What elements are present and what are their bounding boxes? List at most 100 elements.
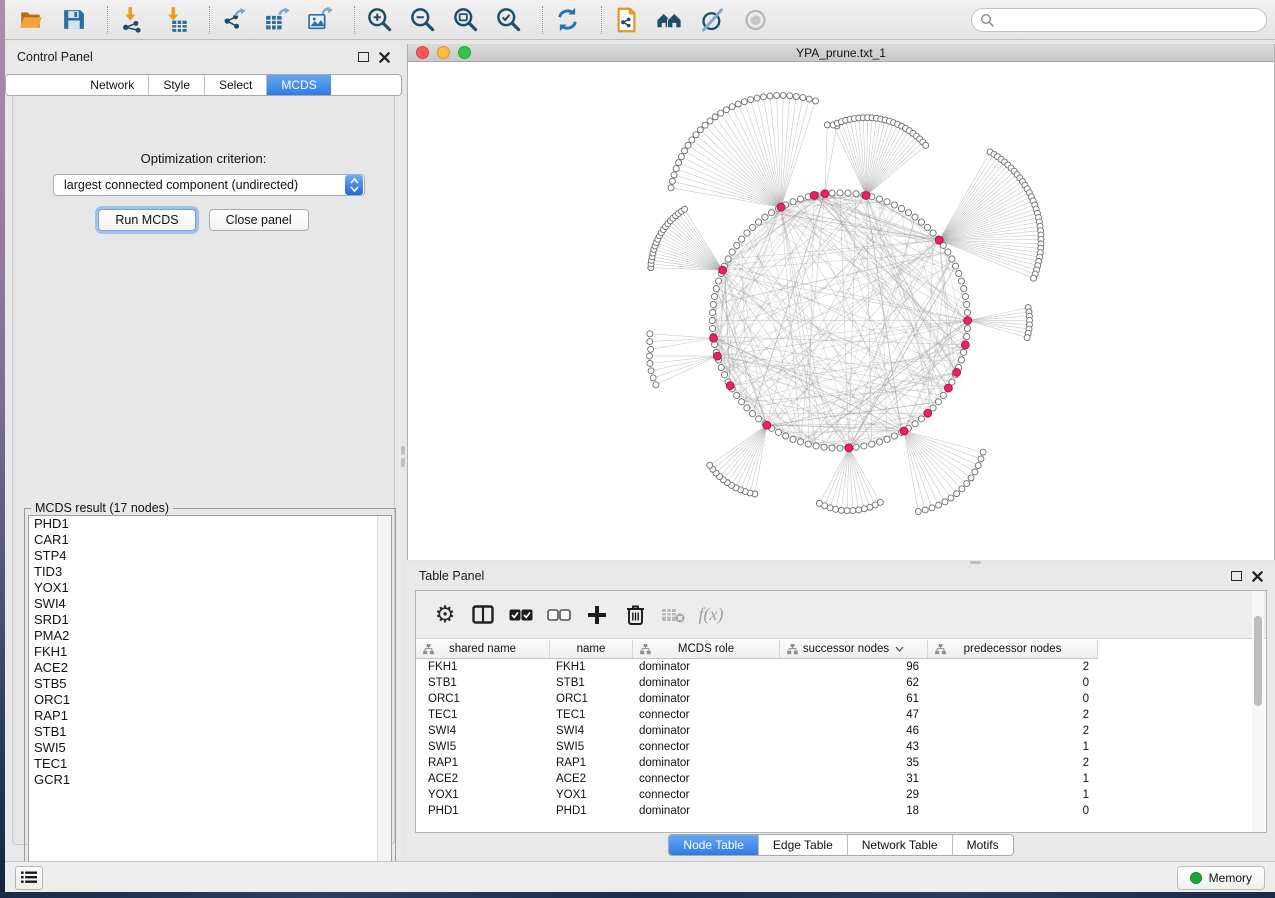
table-settings-icon[interactable]: ⚙ (430, 600, 460, 630)
mcds-node-item[interactable]: GCR1 (29, 772, 391, 788)
mcds-node-item[interactable]: STB5 (29, 676, 391, 692)
export-network-icon[interactable] (221, 6, 248, 33)
close-table-panel-icon[interactable] (1252, 571, 1263, 582)
column-header-predecessor-nodes[interactable]: predecessor nodes (928, 640, 1098, 658)
save-session-icon[interactable] (60, 6, 87, 33)
tab-network-table[interactable]: Network Table (848, 835, 953, 855)
eye-icon[interactable] (742, 6, 769, 33)
memory-button[interactable]: Memory (1177, 866, 1265, 890)
mcds-node-item[interactable]: RAP1 (29, 708, 391, 724)
float-panel-icon[interactable] (358, 52, 369, 62)
import-network-icon[interactable] (119, 6, 146, 33)
desktop-wallpaper-left (0, 0, 5, 898)
table-scrollbar-thumb[interactable] (1254, 616, 1262, 706)
minimize-window-icon[interactable] (437, 46, 450, 59)
mcds-node-item[interactable]: PMA2 (29, 628, 391, 644)
show-columns-icon[interactable] (468, 600, 498, 630)
column-header-name[interactable]: name (550, 640, 633, 658)
delete-table-icon[interactable] (658, 600, 688, 630)
mcds-node-item[interactable]: SWI4 (29, 596, 391, 612)
cell-name: FKH1 (550, 661, 633, 673)
maximize-window-icon[interactable] (458, 46, 471, 59)
network-view-titlebar[interactable]: YPA_prune.txt_1 (408, 44, 1274, 62)
table-row[interactable]: STB1STB1dominator620 (416, 675, 1266, 691)
table-scrollbar[interactable] (1252, 591, 1264, 832)
close-panel-button[interactable]: Close panel (209, 209, 309, 231)
vertical-splitter-grip[interactable] (401, 446, 405, 455)
deselect-all-icon[interactable] (544, 600, 574, 630)
table-row[interactable]: SWI5SWI5connector431 (416, 739, 1266, 755)
table-row[interactable]: FKH1FKH1dominator962 (416, 659, 1266, 675)
refresh-layout-icon[interactable] (554, 6, 581, 33)
select-all-icon[interactable] (506, 600, 536, 630)
mcds-list-scrollbar[interactable] (377, 516, 391, 875)
cell-shared-name: ORC1 (416, 693, 550, 705)
delete-column-icon[interactable] (620, 600, 650, 630)
zoom-out-icon[interactable] (409, 6, 436, 33)
column-header-successor-nodes[interactable]: successor nodes (780, 640, 928, 658)
tab-node-table[interactable]: Node Table (669, 835, 759, 855)
table-row[interactable]: TEC1TEC1connector472 (416, 707, 1266, 723)
cell-successor-nodes: 29 (780, 789, 928, 801)
mcds-node-item[interactable]: YOX1 (29, 580, 391, 596)
tab-edge-table[interactable]: Edge Table (759, 835, 848, 855)
mcds-node-item[interactable]: TEC1 (29, 756, 391, 772)
mcds-result-title: MCDS result (17 nodes) (31, 501, 173, 515)
table-row[interactable]: ACE2ACE2connector311 (416, 771, 1266, 787)
mcds-result-list[interactable]: PHD1CAR1STP4TID3YOX1SWI4SRD1PMA2FKH1ACE2… (28, 515, 392, 876)
select-stepper-icon (345, 175, 363, 195)
table-rows[interactable]: FKH1FKH1dominator962STB1STB1dominator620… (416, 659, 1266, 832)
export-image-icon[interactable] (307, 6, 334, 33)
zoom-selected-icon[interactable] (495, 6, 522, 33)
import-table-icon[interactable] (162, 6, 189, 33)
search-input[interactable] (971, 8, 1267, 32)
tab-select[interactable]: Select (205, 75, 267, 95)
horizontal-splitter-grip[interactable] (970, 561, 981, 564)
mcds-node-item[interactable]: FKH1 (29, 644, 391, 660)
crossed-eye-icon[interactable] (699, 6, 726, 33)
export-table-icon[interactable] (264, 6, 291, 33)
mcds-node-item[interactable]: ORC1 (29, 692, 391, 708)
run-mcds-button[interactable]: Run MCDS (98, 209, 195, 231)
tab-network[interactable]: Network (76, 75, 149, 95)
mcds-node-item[interactable]: TID3 (29, 564, 391, 580)
task-history-button[interactable] (15, 866, 43, 890)
optimization-criterion-select[interactable]: largest connected component (undirected) (53, 174, 365, 196)
network-graph-svg[interactable] (408, 62, 1274, 559)
memory-button-label: Memory (1209, 871, 1252, 885)
mcds-node-item[interactable]: SWI5 (29, 740, 391, 756)
zoom-in-icon[interactable] (366, 6, 393, 33)
document-share-icon[interactable] (613, 6, 640, 33)
close-window-icon[interactable] (416, 46, 429, 59)
mcds-tab-content: Optimization criterion: largest connecte… (12, 84, 395, 845)
table-row[interactable]: YOX1YOX1connector291 (416, 787, 1266, 803)
close-panel-icon[interactable] (379, 52, 390, 63)
table-row[interactable]: ORC1ORC1dominator610 (416, 691, 1266, 707)
houses-icon[interactable] (656, 6, 683, 33)
table-row[interactable]: RAP1RAP1dominator352 (416, 755, 1266, 771)
column-header-shared-name[interactable]: shared name (416, 640, 550, 658)
tab-mcds[interactable]: MCDS (267, 75, 330, 95)
vertical-splitter-grip[interactable] (401, 458, 405, 467)
network-canvas[interactable] (408, 62, 1274, 560)
float-table-panel-icon[interactable] (1231, 571, 1242, 581)
mcds-node-item[interactable]: ACE2 (29, 660, 391, 676)
tree-icon (935, 644, 946, 655)
table-row[interactable]: PHD1PHD1dominator180 (416, 803, 1266, 819)
function-builder-icon[interactable]: f(x) (696, 600, 726, 630)
mcds-node-item[interactable]: STP4 (29, 548, 391, 564)
table-row[interactable]: SWI4SWI4dominator462 (416, 723, 1266, 739)
mcds-node-item[interactable]: PHD1 (29, 516, 391, 532)
mcds-node-item[interactable]: STB1 (29, 724, 391, 740)
open-file-icon[interactable] (17, 6, 44, 33)
add-column-icon[interactable] (582, 600, 612, 630)
tab-style[interactable]: Style (149, 75, 205, 95)
table-tab-bar: Node TableEdge TableNetwork TableMotifs (407, 834, 1275, 856)
tab-motifs[interactable]: Motifs (953, 835, 1013, 855)
column-header-MCDS-role[interactable]: MCDS role (633, 640, 780, 658)
mcds-node-item[interactable]: CAR1 (29, 532, 391, 548)
sort-chevron-icon[interactable] (895, 646, 904, 652)
column-label: successor nodes (803, 643, 889, 655)
mcds-node-item[interactable]: SRD1 (29, 612, 391, 628)
zoom-fit-icon[interactable] (452, 6, 479, 33)
